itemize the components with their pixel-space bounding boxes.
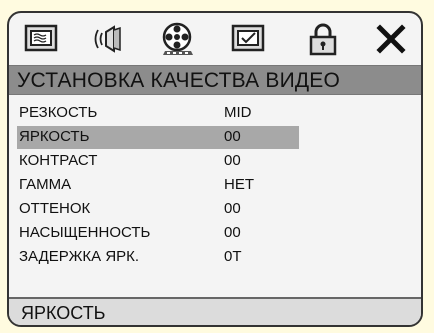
setting-label: ГАММА [19, 176, 72, 193]
setting-value: 00 [224, 128, 241, 145]
setting-row-hue[interactable]: ОТТЕНОК 00 [9, 197, 421, 221]
setting-value: 0T [224, 248, 242, 265]
setting-row-brightness[interactable]: ЯРКОСТЬ 00 [9, 125, 421, 149]
setting-value: НЕТ [224, 176, 254, 193]
setting-label: НАСЫЩЕННОСТЬ [19, 224, 151, 241]
lock-icon[interactable] [303, 19, 343, 59]
setting-row-sharpness[interactable]: РЕЗКОСТЬ MID [9, 101, 421, 125]
speaker-icon[interactable] [89, 19, 129, 59]
setting-value: 00 [224, 152, 241, 169]
setting-label: ЯРКОСТЬ [19, 128, 90, 145]
settings-list: РЕЗКОСТЬ MID ЯРКОСТЬ 00 КОНТРАСТ 00 ГАММ… [9, 101, 421, 269]
setting-label: ЗАДЕРЖКА ЯРК. [19, 248, 140, 265]
setting-value: MID [224, 104, 252, 121]
setting-value: 00 [224, 224, 241, 241]
tab-bar [9, 13, 421, 65]
setting-value: 00 [224, 200, 241, 217]
checkbox-icon[interactable] [228, 19, 268, 59]
tv-screen-icon[interactable] [21, 19, 61, 59]
page-title: УСТАНОВКА КАЧЕСТВА ВИДЕО [9, 65, 421, 95]
setting-row-luma-delay[interactable]: ЗАДЕРЖКА ЯРК. 0T [9, 245, 421, 269]
setting-label: КОНТРАСТ [19, 152, 98, 169]
setting-row-gamma[interactable]: ГАММА НЕТ [9, 173, 421, 197]
status-bar: ЯРКОСТЬ [9, 297, 421, 325]
close-icon[interactable] [371, 19, 411, 59]
setting-row-saturation[interactable]: НАСЫЩЕННОСТЬ 00 [9, 221, 421, 245]
film-reel-icon[interactable] [158, 19, 198, 59]
setting-row-contrast[interactable]: КОНТРАСТ 00 [9, 149, 421, 173]
setting-label: РЕЗКОСТЬ [19, 104, 98, 121]
setup-menu-panel: УСТАНОВКА КАЧЕСТВА ВИДЕО РЕЗКОСТЬ MID ЯР… [7, 11, 423, 327]
setting-label: ОТТЕНОК [19, 200, 91, 217]
